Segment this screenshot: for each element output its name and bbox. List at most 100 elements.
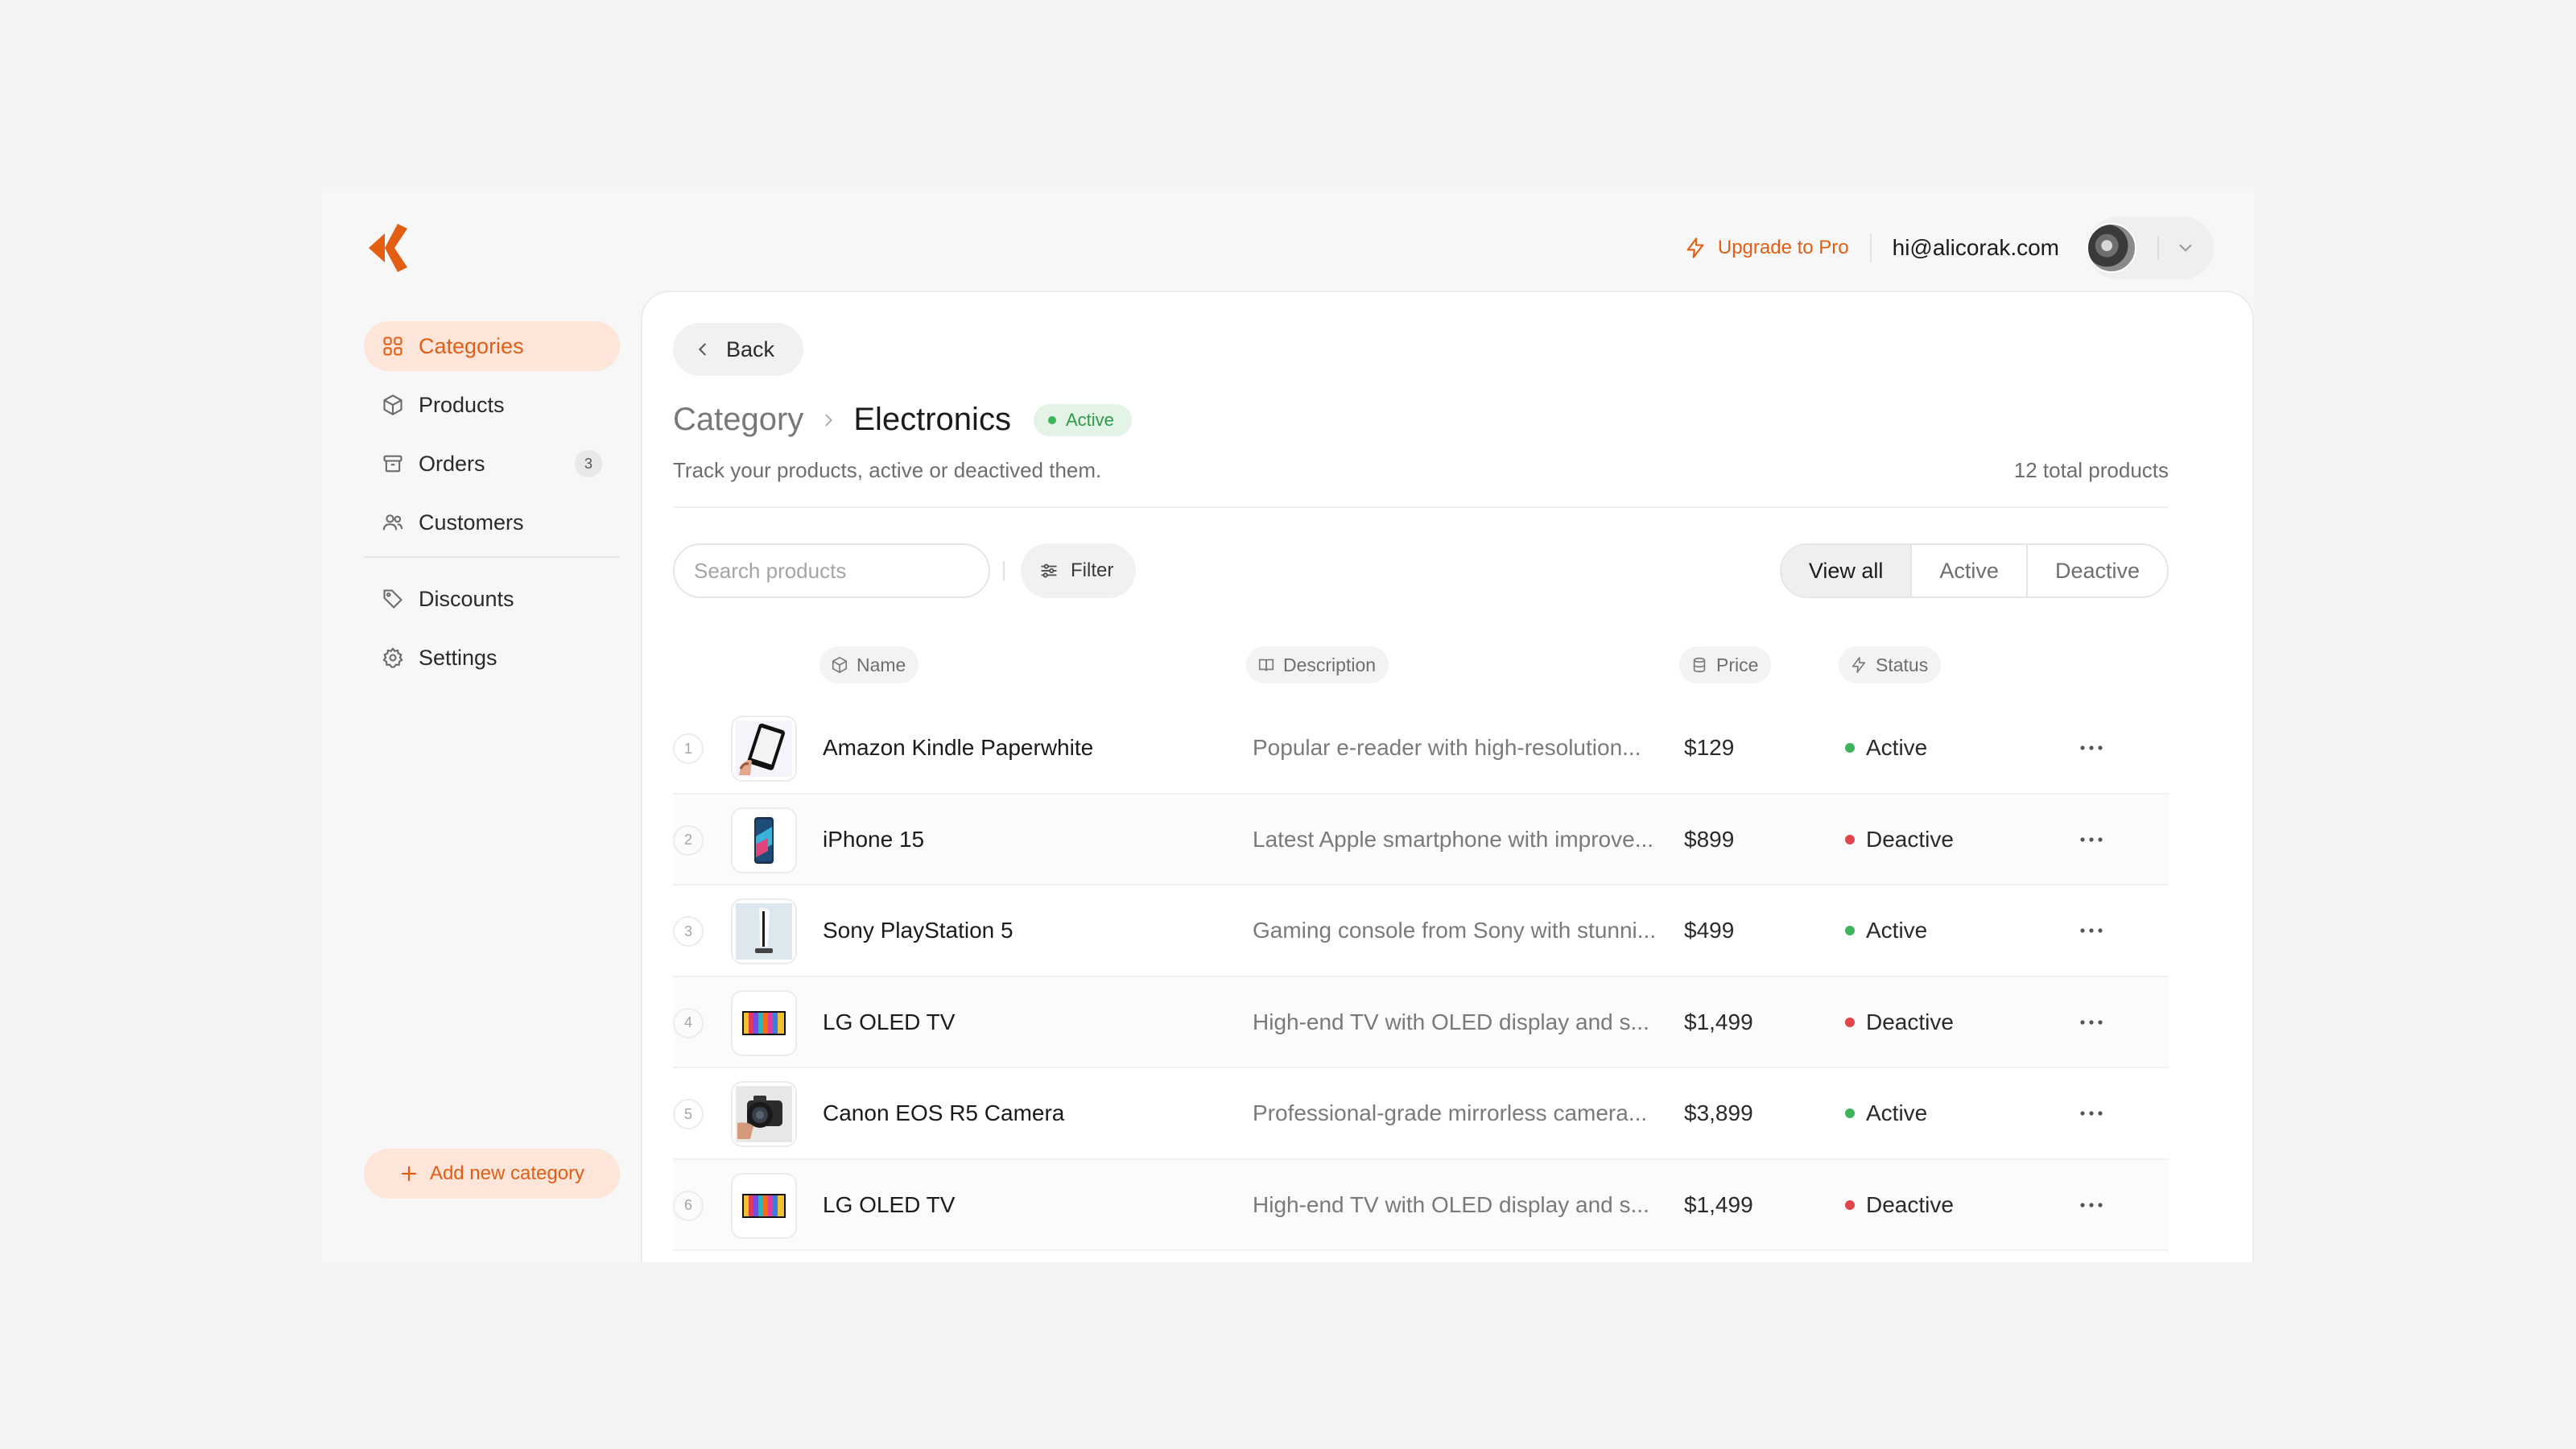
row-more-button[interactable]: [2074, 732, 2109, 764]
sidebar-nav: Categories Products Orders 3 Customers D…: [364, 321, 620, 691]
product-price: $129: [1684, 735, 1735, 760]
product-thumbnail: [731, 1172, 797, 1239]
main-panel: Back Category Electronics Active Track y…: [641, 291, 2254, 1262]
table-row[interactable]: 3 Sony PlayStation 5 Gaming console from…: [673, 886, 2169, 977]
sidebar-item-products[interactable]: Products: [364, 380, 620, 430]
status-dot: [1845, 743, 1855, 753]
sliders-icon: [1041, 564, 1057, 578]
table-toolbar: Filter View all Active Deactive: [673, 543, 2169, 598]
row-more-button[interactable]: [2074, 1006, 2109, 1038]
book-icon: [1258, 658, 1274, 671]
product-name[interactable]: Canon EOS R5 Camera: [823, 1100, 1064, 1126]
box-icon: [832, 656, 848, 674]
product-status: Active: [1845, 1100, 1927, 1126]
sidebar: Categories Products Orders 3 Customers D…: [322, 188, 641, 1262]
row-more-button[interactable]: [2074, 1097, 2109, 1129]
product-name[interactable]: Amazon Kindle Paperwhite: [823, 735, 1093, 761]
row-index: 1: [673, 733, 704, 764]
breadcrumb: Category Electronics Active: [673, 402, 1132, 438]
lightning-icon: [1852, 657, 1866, 673]
avatar[interactable]: [2087, 223, 2136, 273]
sidebar-item-label: Orders: [419, 451, 485, 476]
chevron-down-icon[interactable]: [2175, 237, 2196, 258]
column-header-label: Description: [1283, 654, 1377, 675]
column-header-label: Price: [1716, 654, 1759, 675]
table-row[interactable]: 4 LG OLED TV High-end TV with OLED displ…: [673, 976, 2169, 1068]
segment-view-all[interactable]: View all: [1781, 545, 1911, 597]
search-input[interactable]: [673, 543, 990, 598]
database-icon: [1693, 657, 1706, 673]
product-status: Deactive: [1845, 1192, 1954, 1218]
product-thumbnail: [731, 716, 797, 782]
product-thumbnail: [731, 807, 797, 873]
row-index: 4: [673, 1007, 704, 1038]
users-icon: [382, 514, 403, 530]
sidebar-item-categories[interactable]: Categories: [364, 321, 620, 371]
product-status-label: Active: [1866, 735, 1928, 760]
product-description: High-end TV with OLED display and s...: [1253, 1191, 1649, 1217]
column-header-description[interactable]: Description: [1246, 646, 1389, 683]
product-thumbnail: [731, 898, 797, 964]
row-more-button[interactable]: [2074, 824, 2109, 856]
app-window: Categories Products Orders 3 Customers D…: [322, 188, 2254, 1262]
product-name[interactable]: iPhone 15: [823, 827, 924, 852]
product-table-body: 1 Amazon Kindle Paperwhite Popular e-rea…: [673, 703, 2169, 1251]
filter-button[interactable]: Filter: [1021, 543, 1137, 598]
brand-logo[interactable]: [367, 222, 412, 274]
tag-icon: [383, 589, 402, 609]
product-name[interactable]: LG OLED TV: [823, 1009, 955, 1035]
table-row[interactable]: 2 iPhone 15 Latest Apple smartphone with…: [673, 794, 2169, 886]
page-title: Electronics: [853, 402, 1011, 437]
segment-deactive[interactable]: Deactive: [2025, 545, 2167, 597]
product-description: Popular e-reader with high-resolution...: [1253, 735, 1641, 760]
product-price: $1,499: [1684, 1009, 1753, 1034]
column-header-status[interactable]: Status: [1839, 646, 1942, 683]
more-horizontal-icon: [2080, 1202, 2103, 1208]
product-status-label: Active: [1866, 918, 1928, 943]
product-status-label: Deactive: [1866, 826, 1954, 852]
product-status-label: Deactive: [1866, 1191, 1954, 1217]
table-row[interactable]: 5 Canon EOS R5 Camera Professional-grade…: [673, 1068, 2169, 1160]
product-price: $899: [1684, 826, 1735, 852]
product-name[interactable]: LG OLED TV: [823, 1192, 955, 1218]
sidebar-item-label: Products: [419, 392, 505, 417]
sidebar-item-discounts[interactable]: Discounts: [364, 574, 620, 624]
sidebar-divider: [364, 556, 620, 558]
sidebar-item-label: Discounts: [419, 586, 514, 611]
product-name[interactable]: Sony PlayStation 5: [823, 918, 1013, 943]
table-header: Name Description Price Status: [673, 646, 2169, 683]
status-dot: [1845, 1199, 1855, 1210]
product-thumbnail: [731, 989, 797, 1056]
sidebar-item-settings[interactable]: Settings: [364, 633, 620, 683]
row-more-button[interactable]: [2074, 914, 2109, 947]
row-index: 3: [673, 916, 704, 947]
breadcrumb-root[interactable]: Category: [673, 402, 803, 438]
table-row[interactable]: 1 Amazon Kindle Paperwhite Popular e-rea…: [673, 703, 2169, 795]
row-index: 6: [673, 1190, 704, 1221]
add-new-category-button[interactable]: Add new category: [364, 1149, 620, 1199]
row-more-button[interactable]: [2074, 1189, 2109, 1221]
total-products: 12 total products: [2013, 458, 2169, 482]
header-divider: [673, 506, 2169, 508]
upgrade-to-pro-link[interactable]: Upgrade to Pro: [1684, 237, 1849, 259]
user-email: hi@alicorak.com: [1892, 235, 2059, 260]
table-row[interactable]: 6 LG OLED TV High-end TV with OLED displ…: [673, 1159, 2169, 1251]
product-price: $3,899: [1684, 1100, 1753, 1125]
status-dot: [1845, 1017, 1855, 1027]
row-index: 2: [673, 824, 704, 856]
top-bar-actions: Upgrade to Pro hi@alicorak.com: [1684, 217, 2214, 279]
sidebar-item-customers[interactable]: Customers: [364, 497, 620, 547]
more-horizontal-icon: [2080, 928, 2103, 933]
back-button[interactable]: Back: [673, 323, 804, 376]
page-subtitle: Track your products, active or deactived…: [673, 458, 1102, 482]
row-index: 5: [673, 1099, 704, 1129]
user-menu[interactable]: [2087, 217, 2214, 279]
sidebar-item-orders[interactable]: Orders 3: [364, 439, 620, 489]
gear-icon: [382, 647, 403, 668]
top-bar-divider: [1869, 233, 1872, 262]
column-header-price[interactable]: Price: [1679, 646, 1772, 683]
archive-icon: [383, 455, 402, 473]
column-header-label: Name: [857, 654, 906, 675]
column-header-name[interactable]: Name: [819, 646, 919, 683]
segment-active[interactable]: Active: [1910, 545, 2026, 597]
